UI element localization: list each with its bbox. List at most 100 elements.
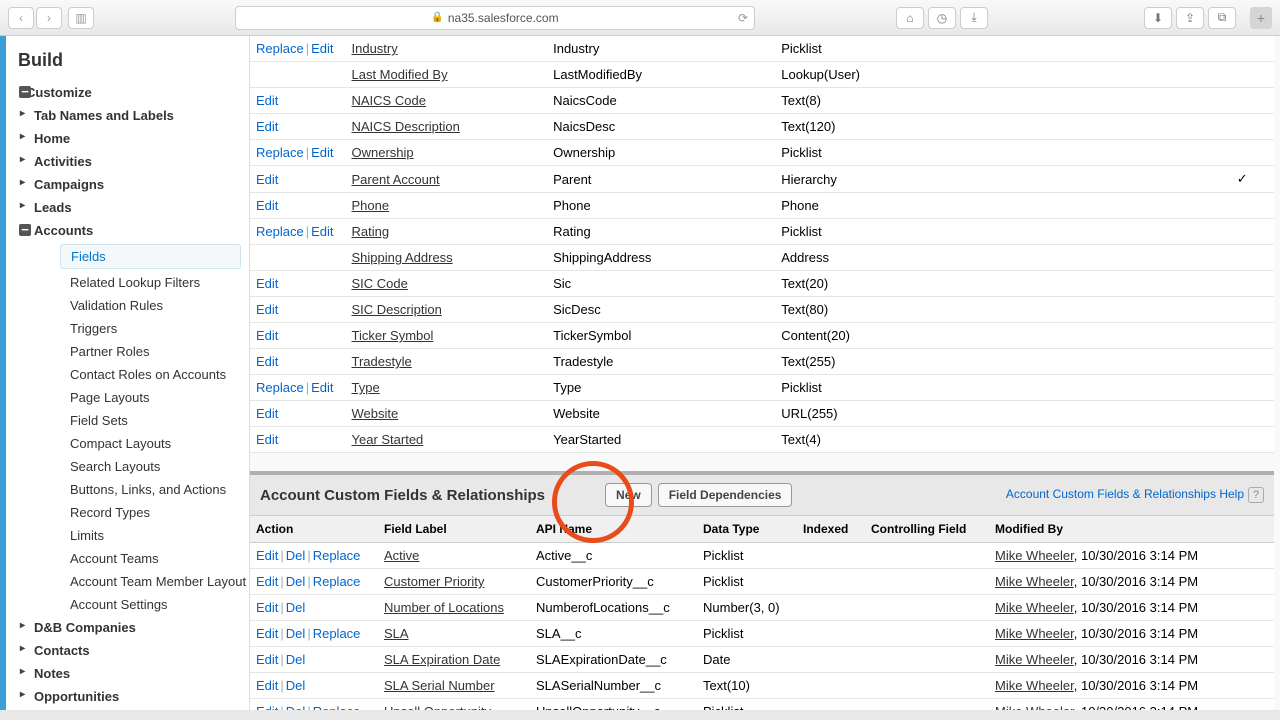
sidebar-item[interactable]: Tab Names and Labels <box>6 104 249 127</box>
user-link[interactable]: Mike Wheeler <box>995 574 1074 589</box>
edit-link[interactable]: Edit <box>256 626 278 641</box>
field-label-link[interactable]: Website <box>352 406 399 421</box>
field-label-link[interactable]: SIC Code <box>352 276 408 291</box>
edit-link[interactable]: Edit <box>256 574 278 589</box>
sidebar-item[interactable]: Contacts <box>6 639 249 662</box>
edit-link[interactable]: Edit <box>256 652 278 667</box>
new-tab-button[interactable]: + <box>1250 7 1272 29</box>
history-icon[interactable]: ◷ <box>928 7 956 29</box>
edit-link[interactable]: Edit <box>311 380 333 395</box>
sidebar-item[interactable]: Leads <box>6 196 249 219</box>
edit-link[interactable]: Edit <box>311 41 333 56</box>
field-label-link[interactable]: Customer Priority <box>384 574 484 589</box>
sidebar-sub-item[interactable]: Record Types <box>6 501 249 524</box>
sidebar-sub-item[interactable]: Partner Roles <box>6 340 249 363</box>
del-link[interactable]: Del <box>286 574 306 589</box>
replace-link[interactable]: Replace <box>313 548 361 563</box>
replace-link[interactable]: Replace <box>256 145 304 160</box>
user-link[interactable]: Mike Wheeler <box>995 652 1074 667</box>
edit-link[interactable]: Edit <box>256 93 278 108</box>
field-dependencies-button[interactable]: Field Dependencies <box>658 483 793 507</box>
field-label-link[interactable]: Last Modified By <box>352 67 448 82</box>
field-label-link[interactable]: SLA Serial Number <box>384 678 495 693</box>
sidebar-sub-item[interactable]: Search Layouts <box>6 455 249 478</box>
sidebar-sub-item[interactable]: Contact Roles on Accounts <box>6 363 249 386</box>
reload-icon[interactable]: ⟳ <box>738 11 748 25</box>
field-label-link[interactable]: Active <box>384 548 419 563</box>
del-link[interactable]: Del <box>286 548 306 563</box>
field-label-link[interactable]: Ticker Symbol <box>352 328 434 343</box>
user-link[interactable]: Mike Wheeler <box>995 548 1074 563</box>
edit-link[interactable]: Edit <box>256 406 278 421</box>
edit-link[interactable]: Edit <box>256 678 278 693</box>
help-icon[interactable]: ? <box>1248 487 1264 503</box>
edit-link[interactable]: Edit <box>256 198 278 213</box>
sidebar-sub-item[interactable]: Field Sets <box>6 409 249 432</box>
sidebar-item[interactable]: Notes <box>6 662 249 685</box>
del-link[interactable]: Del <box>286 652 306 667</box>
edit-link[interactable]: Edit <box>256 600 278 615</box>
sidebar-item[interactable]: D&B Companies <box>6 616 249 639</box>
downloads-tray-icon[interactable]: ⤓ <box>960 7 988 29</box>
edit-link[interactable]: Edit <box>256 302 278 317</box>
sidebar-sub-item[interactable]: Compact Layouts <box>6 432 249 455</box>
new-field-button[interactable]: New <box>605 483 652 507</box>
sidebar-sub-item[interactable]: Limits <box>6 524 249 547</box>
tab-overview-button[interactable]: ▥ <box>68 7 94 29</box>
sidebar-sub-item[interactable]: Page Layouts <box>6 386 249 409</box>
sidebar-item[interactable]: Opportunities <box>6 685 249 708</box>
field-label-link[interactable]: NAICS Code <box>352 93 426 108</box>
sidebar-customize[interactable]: Customize <box>6 81 249 104</box>
sidebar-accounts[interactable]: Accounts <box>6 219 249 242</box>
download-icon[interactable]: ⬇ <box>1144 7 1172 29</box>
edit-link[interactable]: Edit <box>256 432 278 447</box>
field-label-link[interactable]: Year Started <box>352 432 424 447</box>
sidebar-item[interactable]: Home <box>6 127 249 150</box>
horizontal-scrollbar[interactable] <box>0 710 1280 720</box>
forward-button[interactable]: › <box>36 7 62 29</box>
replace-link[interactable]: Replace <box>313 574 361 589</box>
field-label-link[interactable]: Parent Account <box>352 172 440 187</box>
sidebar-sub-item[interactable]: Triggers <box>6 317 249 340</box>
edit-link[interactable]: Edit <box>256 119 278 134</box>
sidebar-sub-item[interactable]: Account Teams <box>6 547 249 570</box>
edit-link[interactable]: Edit <box>256 548 278 563</box>
replace-link[interactable]: Replace <box>256 224 304 239</box>
user-link[interactable]: Mike Wheeler <box>995 678 1074 693</box>
field-label-link[interactable]: Ownership <box>352 145 414 160</box>
field-label-link[interactable]: Tradestyle <box>352 354 412 369</box>
edit-link[interactable]: Edit <box>311 145 333 160</box>
field-label-link[interactable]: NAICS Description <box>352 119 460 134</box>
field-label-link[interactable]: SLA <box>384 626 409 641</box>
user-link[interactable]: Mike Wheeler <box>995 600 1074 615</box>
sidebar-item[interactable]: Activities <box>6 150 249 173</box>
sidebar-sub-item[interactable]: Fields <box>60 244 241 269</box>
sidebar-sub-item[interactable]: Account Settings <box>6 593 249 616</box>
home-icon[interactable]: ⌂ <box>896 7 924 29</box>
edit-link[interactable]: Edit <box>311 224 333 239</box>
del-link[interactable]: Del <box>286 678 306 693</box>
user-link[interactable]: Mike Wheeler <box>995 626 1074 641</box>
section-help-link[interactable]: Account Custom Fields & Relationships He… <box>1006 487 1264 503</box>
edit-link[interactable]: Edit <box>256 354 278 369</box>
sidebar-item[interactable]: Campaigns <box>6 173 249 196</box>
del-link[interactable]: Del <box>286 626 306 641</box>
tabs-icon[interactable]: ⧉ <box>1208 7 1236 29</box>
edit-link[interactable]: Edit <box>256 172 278 187</box>
field-label-link[interactable]: Phone <box>352 198 390 213</box>
field-label-link[interactable]: Shipping Address <box>352 250 453 265</box>
sidebar-sub-item[interactable]: Buttons, Links, and Actions <box>6 478 249 501</box>
share-icon[interactable]: ⇪ <box>1176 7 1204 29</box>
back-button[interactable]: ‹ <box>8 7 34 29</box>
replace-link[interactable]: Replace <box>256 41 304 56</box>
edit-link[interactable]: Edit <box>256 328 278 343</box>
sidebar-sub-item[interactable]: Account Team Member Layout <box>6 570 249 593</box>
field-label-link[interactable]: Rating <box>352 224 390 239</box>
address-bar[interactable]: 🔒 na35.salesforce.com ⟳ <box>235 6 755 30</box>
del-link[interactable]: Del <box>286 600 306 615</box>
field-label-link[interactable]: Type <box>352 380 380 395</box>
sidebar-sub-item[interactable]: Validation Rules <box>6 294 249 317</box>
field-label-link[interactable]: SIC Description <box>352 302 442 317</box>
field-label-link[interactable]: Industry <box>352 41 398 56</box>
field-label-link[interactable]: SLA Expiration Date <box>384 652 500 667</box>
